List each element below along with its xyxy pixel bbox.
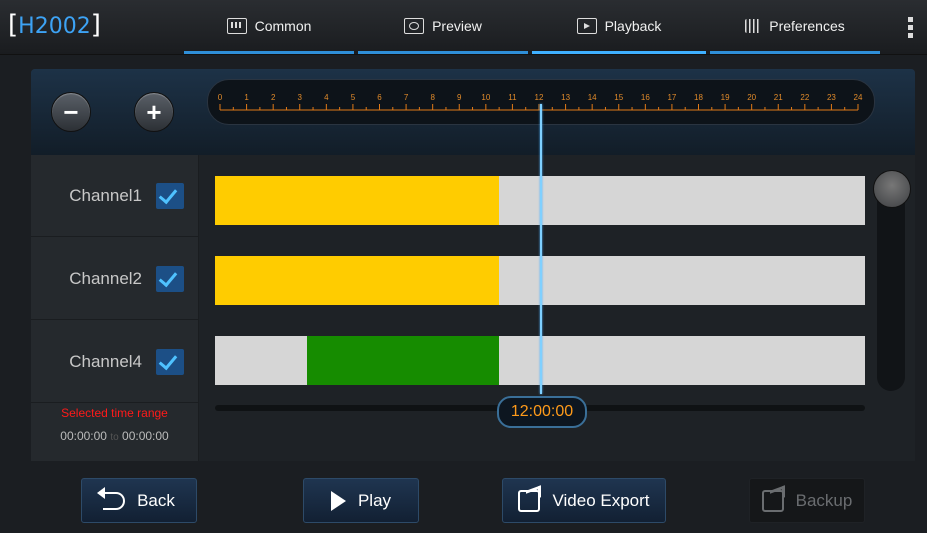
tab-common[interactable]: Common <box>184 0 354 54</box>
channel-checkbox[interactable] <box>156 348 184 375</box>
ruler-hour-label: 15 <box>614 93 623 102</box>
play-icon <box>330 490 346 511</box>
ruler-hour-label: 6 <box>377 93 382 102</box>
ruler-hour-label: 21 <box>774 93 783 102</box>
ruler-hour-label: 24 <box>854 93 863 102</box>
video-export-button[interactable]: Video Export <box>502 478 666 523</box>
tab-playback[interactable]: Playback <box>532 0 706 54</box>
channel-row[interactable]: Channel1 <box>31 155 198 237</box>
tab-label: Preview <box>432 17 482 34</box>
ruler-hour-label: 1 <box>244 93 249 102</box>
channel-name: Channel1 <box>69 185 142 205</box>
back-button[interactable]: Back <box>81 478 197 523</box>
channel-list: Channel1 Channel2 Channel4 Selected time… <box>31 155 199 461</box>
ruler-hour-label: 16 <box>641 93 650 102</box>
playhead-line[interactable] <box>540 104 542 394</box>
current-time-badge[interactable]: 12:00:00 <box>497 396 587 428</box>
selected-range-values: 00:00:00 to 00:00:00 <box>60 429 169 443</box>
sliders-icon <box>745 18 762 33</box>
channel-name: Channel2 <box>69 268 142 288</box>
tab-preview[interactable]: Preview <box>358 0 528 54</box>
channel-checkbox[interactable] <box>156 182 184 209</box>
ruler-hour-label: 17 <box>667 93 676 102</box>
playback-panel: − + 0 1 2 3 4 5 6 7 8 9 10 11 12 13 14 15 16 17 18 19 20 21 22… <box>31 69 915 461</box>
ruler-hour-label: 19 <box>721 93 730 102</box>
vertical-scrollbar[interactable] <box>873 170 911 391</box>
backup-button[interactable]: Backup <box>749 478 865 523</box>
keyboard-icon <box>226 17 247 34</box>
tab-label: Playback <box>604 17 662 34</box>
ruler-hour-label: 2 <box>271 93 276 102</box>
ruler-hour-label: 20 <box>747 93 756 102</box>
selected-range-label: Selected time range <box>61 406 168 420</box>
ruler-hour-label: 22 <box>800 93 809 102</box>
playback-icon <box>576 17 597 34</box>
ruler-hour-label: 13 <box>561 93 570 102</box>
zoom-in-button[interactable]: + <box>134 92 174 132</box>
ruler-hour-label: 7 <box>404 93 409 102</box>
recording-segment <box>215 256 500 305</box>
recording-segment <box>307 336 500 385</box>
ruler-hour-label: 18 <box>694 93 703 102</box>
top-bar: [H2002] Common Preview Playback Preferen… <box>0 0 927 55</box>
tab-label: Preferences <box>769 17 845 34</box>
tab-label: Common <box>254 17 312 34</box>
play-button[interactable]: Play <box>303 478 419 523</box>
ruler-hour-label: 11 <box>508 93 517 102</box>
ruler-hour-label: 5 <box>351 93 356 102</box>
ruler-hour-label: 4 <box>324 93 329 102</box>
ruler-hour-label: 8 <box>430 93 435 102</box>
back-arrow-icon <box>97 486 126 510</box>
channel-row[interactable]: Channel2 <box>31 238 198 320</box>
overflow-menu-icon[interactable] <box>908 17 913 41</box>
ruler-hour-label: 14 <box>588 93 597 102</box>
tab-preferences[interactable]: Preferences <box>710 0 880 54</box>
ruler-hour-label: 10 <box>481 93 490 102</box>
channel-checkbox[interactable] <box>156 265 184 292</box>
ruler-hour-label: 12 <box>535 93 544 102</box>
ruler-hour-label: 3 <box>298 93 303 102</box>
ruler-hour-label: 9 <box>457 93 462 102</box>
channel-name: Channel4 <box>69 351 142 371</box>
scrollbar-handle[interactable] <box>873 170 911 208</box>
ruler-hour-label: 0 <box>218 93 223 102</box>
camera-icon <box>404 17 425 34</box>
zoom-bar: − + 0 1 2 3 4 5 6 7 8 9 10 11 12 13 14 15 16 17 18 19 20 21 22… <box>31 69 915 155</box>
channel-row[interactable]: Channel4 <box>31 321 198 403</box>
recording-segment <box>215 176 500 225</box>
backup-icon <box>761 489 784 512</box>
device-id: [H2002] <box>8 10 101 40</box>
export-icon <box>518 489 541 512</box>
ruler-hour-label: 23 <box>827 93 836 102</box>
zoom-out-button[interactable]: − <box>51 92 91 132</box>
